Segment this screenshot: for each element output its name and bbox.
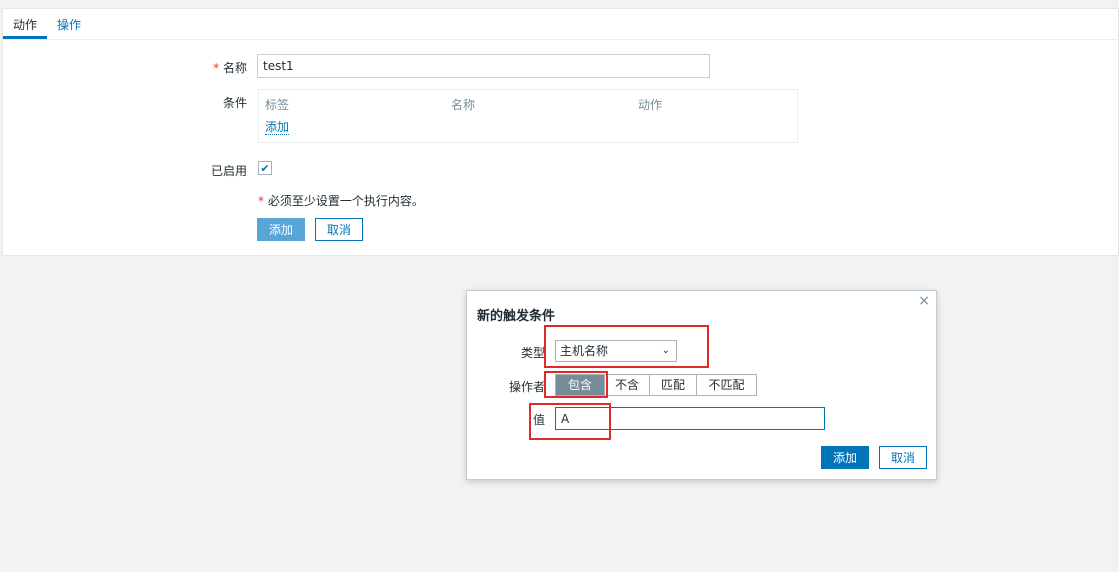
chevron-down-icon: ⌄ [661, 345, 670, 356]
checkmark-icon: ✔ [260, 161, 270, 175]
new-trigger-condition-dialog: 新的触发条件 × 类型 主机名称 ⌄ 操作者 包含 不含 匹配 不匹配 值 添加… [466, 290, 937, 480]
value-input[interactable] [555, 407, 825, 430]
active-tab-indicator [3, 36, 47, 39]
conditions-header-label: 标签 [265, 98, 290, 112]
add-condition-link[interactable]: 添加 [265, 120, 290, 135]
cancel-button[interactable]: 取消 [315, 218, 363, 241]
required-mark: * [213, 61, 220, 75]
name-label: * 名称 [163, 59, 247, 76]
close-icon[interactable]: × [918, 293, 930, 309]
dialog-title: 新的触发条件 [477, 309, 556, 324]
conditions-label: 条件 [222, 96, 247, 110]
operator-not-contains[interactable]: 不含 [605, 375, 650, 395]
tab-operations[interactable]: 操作 [57, 16, 81, 33]
conditions-header-name: 名称 [451, 98, 476, 112]
enabled-label: 已启用 [210, 164, 247, 178]
enabled-checkbox[interactable]: ✔ [258, 161, 272, 175]
conditions-header-action: 动作 [638, 98, 663, 112]
tab-action[interactable]: 动作 [13, 16, 37, 33]
page: 动作 操作 * 名称 条件 标签 名称 动作 添加 已启用 ✔ * 必须至少设置 [0, 0, 1119, 572]
operator-not-matches[interactable]: 不匹配 [697, 375, 756, 395]
type-label: 类型 [520, 346, 545, 360]
value-label: 值 [532, 413, 545, 427]
name-input[interactable] [257, 54, 710, 78]
conditions-table: 标签 名称 动作 添加 [258, 89, 798, 143]
action-form-panel: 动作 操作 * 名称 条件 标签 名称 动作 添加 已启用 ✔ * 必须至少设置 [2, 8, 1119, 256]
operator-segmented-control: 包含 不含 匹配 不匹配 [555, 374, 757, 396]
type-select-value: 主机名称 [560, 344, 609, 358]
type-select[interactable]: 主机名称 ⌄ [555, 340, 677, 362]
hint-text: 必须至少设置一个执行内容。 [267, 194, 424, 208]
required-hint: * 必须至少设置一个执行内容。 [258, 192, 424, 209]
add-button[interactable]: 添加 [257, 218, 305, 241]
operator-contains[interactable]: 包含 [556, 375, 605, 395]
tab-bar: 动作 操作 [3, 9, 1118, 40]
operator-label: 操作者 [508, 380, 545, 394]
required-mark: * [258, 194, 264, 208]
dialog-add-button[interactable]: 添加 [821, 446, 869, 469]
name-label-text: 名称 [222, 61, 247, 75]
operator-matches[interactable]: 匹配 [650, 375, 697, 395]
dialog-cancel-button[interactable]: 取消 [879, 446, 927, 469]
